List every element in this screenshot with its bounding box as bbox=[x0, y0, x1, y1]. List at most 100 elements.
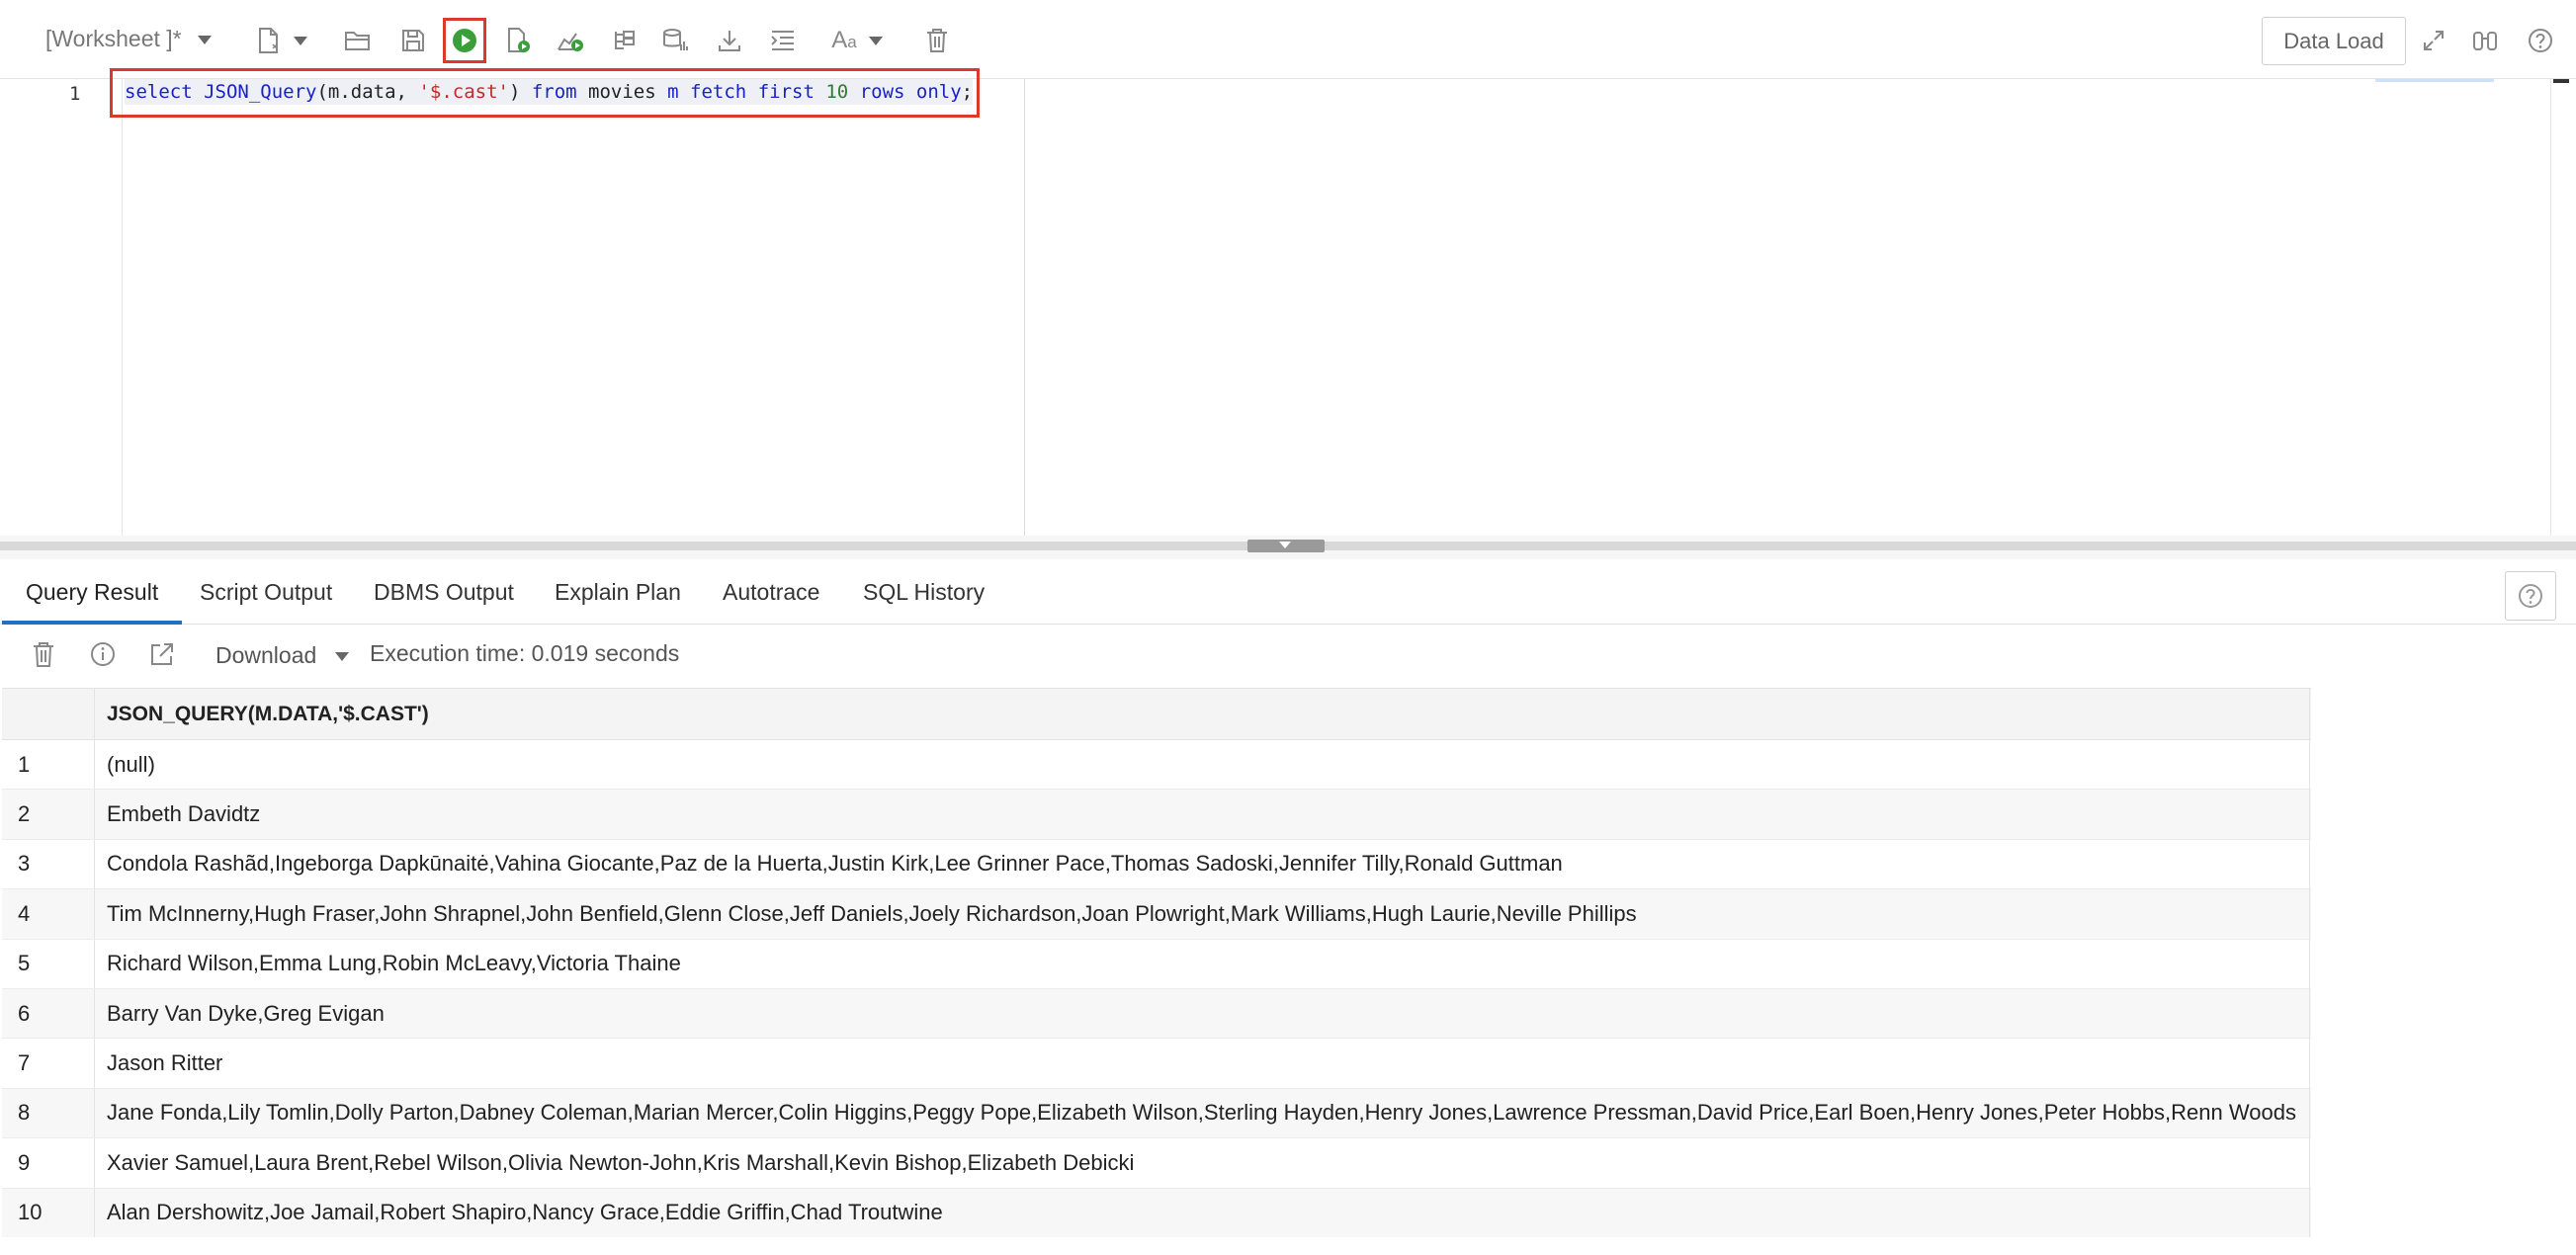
run-statement-icon bbox=[453, 29, 476, 52]
tab-dbms-output[interactable]: DBMS Output bbox=[374, 559, 514, 625]
table-row[interactable]: 2 Embeth Davidtz bbox=[2, 790, 2311, 840]
expand-icon bbox=[2424, 31, 2444, 50]
open-in-new-button[interactable] bbox=[148, 640, 176, 673]
download-icon bbox=[719, 31, 740, 51]
info-icon bbox=[91, 642, 115, 666]
explain-plan-icon bbox=[615, 31, 635, 49]
bottom-spacer bbox=[0, 1237, 2576, 1255]
table-row[interactable]: 1 (null) bbox=[2, 740, 2311, 791]
code-token: (m.data, bbox=[316, 81, 419, 103]
clear-results-button[interactable] bbox=[32, 640, 55, 673]
line-gutter: 1 bbox=[0, 79, 123, 536]
tab-query-result[interactable]: Query Result bbox=[2, 559, 183, 625]
results-help-button[interactable] bbox=[2505, 571, 2556, 621]
worksheet-toolbar: [Worksheet ]* Aa Data Load bbox=[0, 0, 2576, 79]
tab-script-output[interactable]: Script Output bbox=[200, 559, 332, 625]
code-token: movies bbox=[576, 81, 668, 103]
collapse-icon bbox=[1279, 542, 1291, 548]
code-token: only bbox=[915, 81, 962, 103]
table-row[interactable]: 4 Tim McInnerny,Hugh Fraser,John Shrapnel… bbox=[2, 889, 2311, 940]
find-button[interactable] bbox=[2467, 20, 2503, 61]
editor-scrollbar[interactable] bbox=[2550, 79, 2551, 536]
table-row[interactable]: 9 Xavier Samuel,Laura Brent,Rebel Wilson,… bbox=[2, 1138, 2311, 1189]
cell-value[interactable]: Richard Wilson,Emma Lung,Robin McLeavy,V… bbox=[95, 940, 2311, 988]
cell-value[interactable]: Tim McInnerny,Hugh Fraser,John Shrapnel,… bbox=[95, 889, 2311, 938]
row-number: 9 bbox=[2, 1138, 95, 1188]
cell-value[interactable]: Embeth Davidtz bbox=[95, 790, 2311, 838]
row-number: 5 bbox=[2, 939, 95, 988]
autotrace-button[interactable] bbox=[658, 20, 694, 61]
code-token: 10 bbox=[825, 81, 849, 103]
pane-splitter[interactable] bbox=[0, 536, 2576, 559]
run-script-button[interactable] bbox=[501, 20, 537, 61]
table-row[interactable]: 10 Alan Dershowitz,Joe Jamail,Robert Shap… bbox=[2, 1188, 2311, 1238]
splitter-handle[interactable] bbox=[1247, 540, 1325, 552]
cell-value[interactable]: Condola Rashãd,Ingeborga Dapkūnaitė,Vahi… bbox=[95, 840, 2311, 888]
clear-button[interactable] bbox=[919, 20, 955, 61]
help-button[interactable] bbox=[2523, 20, 2558, 61]
code-token: fetch bbox=[690, 81, 747, 103]
tab-explain-plan[interactable]: Explain Plan bbox=[555, 559, 681, 625]
table-row[interactable]: 6 Barry Van Dyke,Greg Evigan bbox=[2, 988, 2311, 1040]
explain-plan-button[interactable] bbox=[607, 20, 643, 61]
minimap-viewport[interactable] bbox=[2375, 79, 2494, 82]
cell-value[interactable]: Xavier Samuel,Laura Brent,Rebel Wilson,O… bbox=[95, 1138, 2311, 1187]
table-row[interactable]: 5 Richard Wilson,Emma Lung,Robin McLeavy,… bbox=[2, 939, 2311, 989]
autotrace-icon bbox=[663, 29, 688, 50]
cell-value[interactable]: Jane Fonda,Lily Tomlin,Dolly Parton,Dabn… bbox=[95, 1089, 2311, 1137]
results-grid: JSON_QUERY(M.DATA,'$.CAST') 1 (null) 2 Embe… bbox=[2, 688, 2311, 1238]
column-header[interactable]: JSON_QUERY(M.DATA,'$.CAST') bbox=[95, 689, 2311, 739]
table-row[interactable]: 8 Jane Fonda,Lily Tomlin,Dolly Parton,Dab… bbox=[2, 1088, 2311, 1139]
result-toolbar: Download Execution time: 0.019 seconds bbox=[0, 625, 2576, 688]
trash-icon bbox=[927, 29, 947, 52]
new-worksheet-button[interactable] bbox=[252, 20, 311, 61]
row-number: 3 bbox=[2, 839, 95, 889]
download-menu[interactable]: Download bbox=[215, 642, 349, 669]
font-size-button[interactable]: Aa bbox=[824, 20, 890, 61]
tab-autotrace[interactable]: Autotrace bbox=[723, 559, 819, 625]
code-token: ; bbox=[961, 81, 974, 103]
code-token: rows bbox=[859, 81, 905, 103]
scrollbar-thumb[interactable] bbox=[2553, 79, 2569, 83]
new-file-icon bbox=[259, 28, 278, 53]
table-row[interactable]: 7 Jason Ritter bbox=[2, 1039, 2311, 1089]
code-token: JSON_Query bbox=[204, 81, 317, 103]
code-token: ) bbox=[508, 81, 532, 103]
grid-body: 1 (null) 2 Embeth Davidtz 3 Condola Rashãd,In… bbox=[2, 740, 2311, 1238]
worksheet-selector[interactable]: [Worksheet ]* bbox=[45, 26, 213, 52]
code-token: from bbox=[531, 81, 577, 103]
trash-icon bbox=[34, 642, 53, 667]
table-row[interactable]: 3 Condola Rashãd,Ingeborga Dapkūnaitė,Vah… bbox=[2, 839, 2311, 890]
row-number: 6 bbox=[2, 988, 95, 1039]
data-load-button[interactable]: Data Load bbox=[2262, 17, 2406, 65]
info-button[interactable] bbox=[89, 640, 117, 673]
output-tabs: Query Result Script Output DBMS Output E… bbox=[0, 559, 2576, 625]
font-size-icon: Aa bbox=[831, 27, 857, 53]
cell-value[interactable]: Alan Dershowitz,Joe Jamail,Robert Shapir… bbox=[95, 1189, 2311, 1237]
format-button[interactable] bbox=[765, 20, 801, 61]
run-script-icon bbox=[508, 28, 530, 52]
execution-time: Execution time: 0.019 seconds bbox=[370, 640, 680, 666]
download-button[interactable] bbox=[712, 20, 747, 61]
open-button[interactable] bbox=[340, 20, 376, 61]
binoculars-icon bbox=[2473, 32, 2497, 50]
explain-run-button[interactable] bbox=[554, 20, 589, 61]
code-token: '$.cast' bbox=[418, 81, 509, 103]
format-icon bbox=[771, 31, 794, 50]
sql-editor[interactable]: 1 select JSON_Query(m.data, '$.cast') fr… bbox=[0, 68, 2576, 536]
row-number: 1 bbox=[2, 740, 95, 790]
run-statement-button[interactable] bbox=[443, 18, 486, 63]
expand-button[interactable] bbox=[2416, 20, 2451, 61]
tab-sql-history[interactable]: SQL History bbox=[863, 559, 985, 625]
code-line-1[interactable]: select JSON_Query(m.data, '$.cast') from… bbox=[125, 79, 974, 105]
save-button[interactable] bbox=[395, 20, 431, 61]
row-number-header bbox=[2, 689, 95, 739]
line-number: 1 bbox=[69, 83, 81, 105]
run-explain-icon bbox=[558, 33, 583, 51]
cell-value[interactable]: (null) bbox=[95, 740, 2311, 789]
grid-header: JSON_QUERY(M.DATA,'$.CAST') bbox=[2, 689, 2311, 740]
cell-value[interactable]: Barry Van Dyke,Greg Evigan bbox=[95, 989, 2311, 1038]
cell-value[interactable]: Jason Ritter bbox=[95, 1039, 2311, 1087]
